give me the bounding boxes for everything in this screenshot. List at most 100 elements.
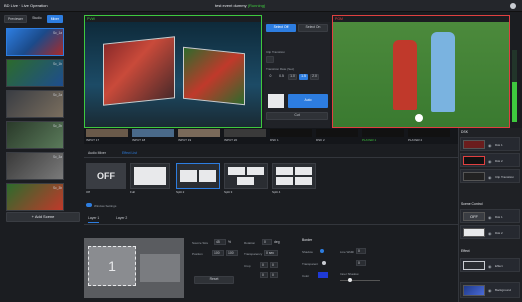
input-label-4: INPUT 20 bbox=[224, 138, 238, 142]
player-red bbox=[393, 40, 417, 110]
eye-icon[interactable]: ◉ bbox=[488, 264, 492, 269]
transparency-input[interactable]: 0 sec bbox=[264, 250, 278, 256]
effect-item-1[interactable]: ◉ Effect bbox=[460, 258, 520, 272]
rate-options: 0 0.5 1.0 1.5 2.0 bbox=[266, 74, 319, 80]
source-size-label: Source Size bbox=[192, 241, 209, 245]
pgm-label: PGM bbox=[335, 17, 343, 21]
scene-item-3[interactable]: Sc_2a bbox=[6, 90, 64, 118]
select-off-button[interactable]: Select Off bbox=[266, 24, 296, 32]
effect-item-2[interactable]: ◉ Background bbox=[460, 282, 520, 298]
shadow-label: Shadow bbox=[302, 250, 313, 254]
position-label: Position bbox=[192, 252, 203, 256]
crop-left-input[interactable]: 0 bbox=[260, 272, 268, 278]
scene-item-2[interactable]: Sc_1b bbox=[6, 59, 64, 87]
dsk-item-3[interactable]: ◉ Clip Transition bbox=[460, 169, 520, 183]
scene-control-header: Scene Control bbox=[461, 202, 483, 206]
transparent-label: Transparent bbox=[302, 262, 319, 266]
layer-1-box[interactable]: 1 bbox=[88, 246, 136, 286]
crop-top-input[interactable]: 0 bbox=[260, 262, 268, 268]
preview-window: PVW bbox=[84, 15, 262, 128]
dsk-item-2[interactable]: ◉ Dsk 2 bbox=[460, 153, 520, 167]
layer-tabs: Layer 1 Layer 2 bbox=[84, 213, 458, 225]
effect-tabs: Audio Mixer Effect List bbox=[84, 150, 458, 158]
cut-icon[interactable] bbox=[268, 94, 284, 108]
preview-video bbox=[85, 22, 261, 127]
layout-off-tile[interactable]: OFF bbox=[86, 163, 126, 189]
clip-transition-label: Clip Transition bbox=[266, 50, 286, 54]
window-settings-label: Window Settings bbox=[94, 204, 117, 208]
audio-meter-fill bbox=[512, 82, 517, 122]
nav-previewer[interactable]: Previewer bbox=[4, 15, 28, 23]
auto-button[interactable]: Auto bbox=[288, 94, 328, 108]
line-width-input[interactable]: 0 bbox=[356, 248, 366, 254]
nav-mixer[interactable]: Mixer bbox=[46, 15, 63, 23]
add-scene-button[interactable]: + Add Scene bbox=[6, 212, 80, 222]
input-thumb-1[interactable] bbox=[86, 129, 128, 137]
rotation-input[interactable]: 0 bbox=[262, 239, 272, 245]
line-width-input-2[interactable]: 0 bbox=[356, 260, 366, 266]
layout-split2-label: Split 2 bbox=[176, 190, 185, 194]
crop-right-input[interactable]: 0 bbox=[270, 272, 278, 278]
scene-item-1[interactable]: Sc_1a bbox=[6, 28, 64, 56]
tab-audio-mixer[interactable]: Audio Mixer bbox=[88, 151, 106, 155]
scene-item-6[interactable]: Sc_3b bbox=[6, 183, 64, 211]
rotation-label: Rotation bbox=[244, 241, 256, 245]
position-x-input[interactable]: 100 bbox=[212, 250, 224, 256]
input-thumb-2[interactable] bbox=[132, 129, 174, 137]
layout-split3-tile[interactable] bbox=[224, 163, 268, 189]
tab-layer-1[interactable]: Layer 1 bbox=[88, 216, 100, 224]
input-thumb-8[interactable] bbox=[408, 129, 450, 137]
inner-shadow-slider[interactable] bbox=[340, 278, 380, 282]
window-settings-toggle[interactable] bbox=[86, 203, 92, 207]
user-icon[interactable] bbox=[510, 3, 516, 9]
eye-icon[interactable]: ◉ bbox=[488, 143, 492, 148]
scene-control-item-2[interactable]: ◉ Dsk 2 bbox=[460, 225, 520, 239]
eye-icon[interactable]: ◉ bbox=[488, 175, 492, 180]
scene-list: Sc_1a Sc_1b Sc_2a Sc_2b Sc_3a Sc_3b bbox=[6, 28, 80, 211]
layout-split2-tile[interactable] bbox=[176, 163, 220, 189]
input-label-3: INPUT 19 bbox=[178, 138, 192, 142]
preview-layer-2 bbox=[183, 46, 245, 106]
input-thumb-5[interactable] bbox=[270, 129, 312, 137]
layer-2-box[interactable] bbox=[140, 254, 180, 282]
rate-1-0[interactable]: 1.0 bbox=[288, 74, 297, 80]
rate-0-5[interactable]: 0.5 bbox=[277, 74, 286, 80]
shadow-toggle[interactable] bbox=[320, 249, 324, 253]
eye-icon[interactable]: ◉ bbox=[488, 159, 492, 164]
cut-button[interactable]: Cut bbox=[266, 112, 328, 120]
slider-handle[interactable] bbox=[348, 278, 352, 282]
rate-2-0[interactable]: 2.0 bbox=[310, 74, 319, 80]
layout-full-label: Full bbox=[130, 190, 135, 194]
top-bar: BD Live · Live Operation test event dumm… bbox=[0, 0, 522, 12]
rate-0[interactable]: 0 bbox=[266, 74, 275, 80]
dsk-item-1[interactable]: ◉ Dsk 1 bbox=[460, 137, 520, 151]
scene-item-5[interactable]: Sc_3a bbox=[6, 152, 64, 180]
rotation-unit: deg bbox=[274, 240, 280, 244]
nav-studio[interactable]: Studio bbox=[29, 15, 45, 23]
event-name: test event dummy (Running) bbox=[215, 3, 266, 8]
input-thumb-3[interactable] bbox=[178, 129, 220, 137]
scene-item-4[interactable]: Sc_2b bbox=[6, 121, 64, 149]
input-thumb-4[interactable] bbox=[224, 129, 266, 137]
layout-split3-label: Split 3 bbox=[224, 190, 233, 194]
tab-layer-2[interactable]: Layer 2 bbox=[116, 216, 127, 220]
scene-control-item-1[interactable]: OFF ◉ Dsk 1 bbox=[460, 209, 520, 223]
crop-bottom-input[interactable]: 0 bbox=[270, 262, 278, 268]
effect-header: Effect bbox=[461, 249, 470, 253]
select-on-button[interactable]: Select On bbox=[298, 24, 328, 32]
rate-1-5[interactable]: 1.5 bbox=[299, 74, 308, 80]
tab-effect-list[interactable]: Effect List bbox=[122, 151, 137, 155]
eye-icon[interactable]: ◉ bbox=[488, 215, 492, 220]
color-swatch[interactable] bbox=[318, 272, 328, 278]
eye-icon[interactable]: ◉ bbox=[488, 288, 492, 293]
transparent-toggle[interactable] bbox=[322, 261, 326, 265]
input-thumb-6[interactable] bbox=[316, 129, 358, 137]
input-thumb-7[interactable] bbox=[362, 129, 404, 137]
position-y-input[interactable]: 100 bbox=[226, 250, 238, 256]
eye-icon[interactable]: ◉ bbox=[488, 231, 492, 236]
clip-transition-button[interactable] bbox=[266, 56, 274, 63]
layout-full-tile[interactable] bbox=[130, 163, 170, 189]
layout-split4-tile[interactable] bbox=[272, 163, 316, 189]
reset-button[interactable]: Reset bbox=[194, 276, 234, 284]
size-width-input[interactable]: 45 bbox=[214, 239, 226, 245]
